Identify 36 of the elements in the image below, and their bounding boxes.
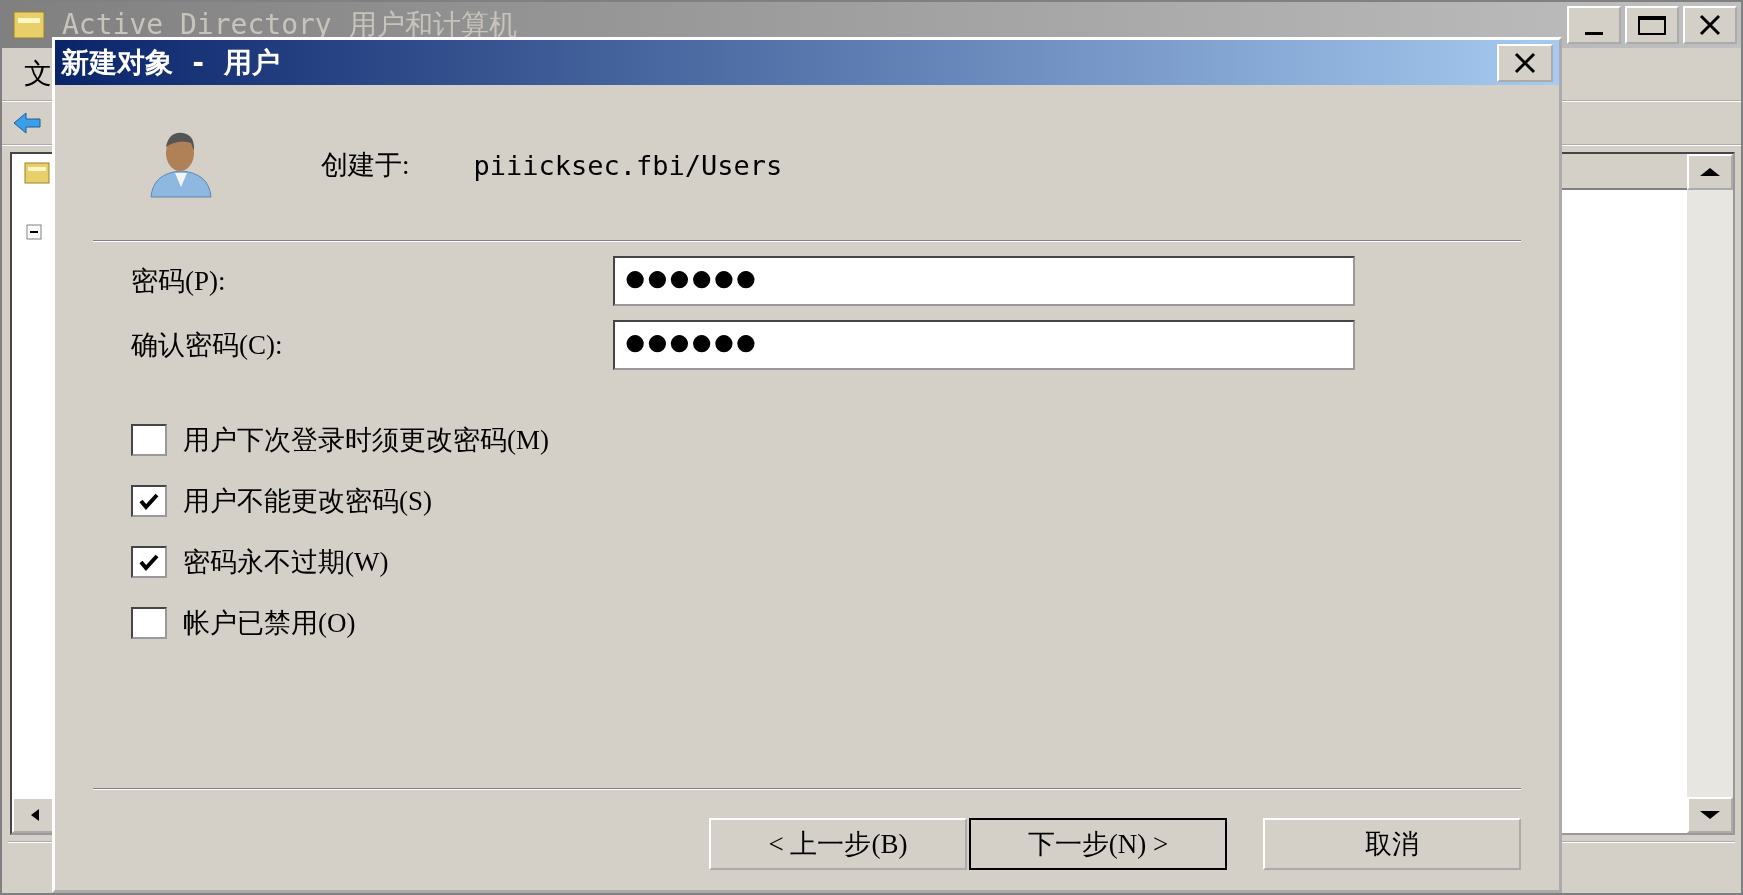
close-button[interactable] <box>1497 43 1553 82</box>
created-in-label: 创建于: <box>321 149 410 182</box>
checkbox-option[interactable]: 用户不能更改密码(S) <box>131 483 1521 519</box>
back-arrow-icon[interactable] <box>12 111 42 135</box>
collapse-icon[interactable] <box>26 224 42 240</box>
close-button[interactable] <box>1683 6 1737 44</box>
checkbox-option[interactable]: 用户下次登录时须更改密码(M) <box>131 422 1521 458</box>
folder-icon <box>12 8 46 42</box>
down-triangle-icon <box>1698 809 1722 821</box>
field-label: 确认密码(C): <box>131 329 284 362</box>
checkbox[interactable] <box>131 607 167 639</box>
minimize-icon <box>1585 31 1603 35</box>
checkbox[interactable] <box>131 424 167 456</box>
dialog-title: 新建对象 - 用户 <box>61 44 280 81</box>
password-field[interactable]: ●●●●●● <box>613 320 1355 370</box>
checkbox-option[interactable]: 密码永不过期(W) <box>131 544 1521 580</box>
check-icon <box>138 552 160 572</box>
maximize-button[interactable] <box>1625 6 1679 44</box>
checkbox[interactable] <box>131 485 167 517</box>
checkbox-option[interactable]: 帐户已禁用(O) <box>131 605 1521 641</box>
field-label: 密码(P): <box>131 265 227 298</box>
scrollbar[interactable] <box>1687 154 1733 833</box>
maximize-icon <box>1636 14 1668 36</box>
wizard-button[interactable]: 取消 <box>1263 818 1521 870</box>
scroll-down-button[interactable] <box>1687 797 1733 833</box>
created-in-path: piiicksec.fbi/Users <box>473 149 783 181</box>
wizard-button[interactable]: < 上一步(B) <box>709 818 967 870</box>
checkbox[interactable] <box>131 546 167 578</box>
wizard-button[interactable]: 下一步(N) > <box>969 818 1227 870</box>
minimize-button[interactable] <box>1567 6 1621 44</box>
scroll-up-button[interactable] <box>1687 154 1733 190</box>
left-triangle-icon <box>29 808 41 822</box>
folder-icon <box>24 162 50 184</box>
password-field[interactable]: ●●●●●● <box>613 256 1355 306</box>
up-triangle-icon <box>1698 166 1722 178</box>
check-icon <box>138 491 160 511</box>
